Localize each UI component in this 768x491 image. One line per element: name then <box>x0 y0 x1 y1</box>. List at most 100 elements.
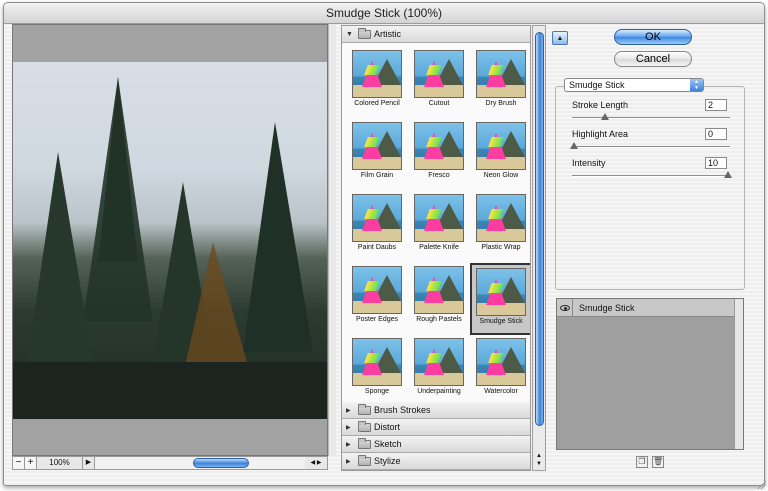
filter-thumbnail-grid: Colored Pencil Cutout Dry Brush Film Grain F… <box>342 43 530 413</box>
trash-icon[interactable]: 🗑 <box>652 456 664 468</box>
horizontal-scroll-thumb[interactable] <box>193 458 249 468</box>
filter-preview-image <box>352 50 402 98</box>
param-label: Highlight Area <box>572 129 629 139</box>
filter-label: Rough Pastels <box>416 316 462 323</box>
disclosure-closed-icon: ▶ <box>346 441 351 448</box>
folder-icon <box>358 420 371 432</box>
filter-thumbnail[interactable]: Plastic Wrap <box>470 191 530 263</box>
filter-preview-image <box>414 338 464 386</box>
vertical-scroll-thumb[interactable] <box>535 32 544 426</box>
filter-label: Neon Glow <box>483 172 519 179</box>
select-arrows-icon: ▲ ▼ <box>690 79 703 91</box>
layer-row[interactable]: Smudge Stick <box>557 298 743 317</box>
category-row[interactable]: ▶ Stylize <box>342 453 530 470</box>
filter-label: Underpainting <box>417 388 461 395</box>
folder-icon <box>358 454 371 466</box>
resize-grip-icon[interactable] <box>756 479 766 489</box>
filter-preview-image <box>352 266 402 314</box>
category-row[interactable]: ▶ Sketch <box>342 436 530 453</box>
visibility-toggle[interactable] <box>557 298 573 317</box>
param-slider[interactable] <box>570 142 730 149</box>
filter-preview-image <box>352 338 402 386</box>
filter-label: Paint Daubs <box>357 244 397 251</box>
param-slider[interactable] <box>572 171 732 178</box>
ok-button[interactable]: OK <box>614 29 692 45</box>
cancel-button[interactable]: Cancel <box>614 51 692 67</box>
folder-icon <box>358 437 371 449</box>
filter-thumbnail[interactable]: Palette Knife <box>408 191 470 263</box>
scroll-arrows-icon[interactable]: ◀ ▶ <box>305 457 327 469</box>
filter-label: Palette Knife <box>419 244 459 251</box>
preview-vertical-scrollbar[interactable] <box>328 24 336 456</box>
category-label: Stylize <box>374 456 401 466</box>
slider-knob[interactable] <box>600 113 609 120</box>
param-value-input[interactable]: 0 <box>705 128 727 140</box>
filter-preview-image <box>476 338 526 386</box>
zoom-menu-arrow-icon[interactable]: ▶ <box>83 457 95 469</box>
filter-thumbnail[interactable]: Cutout <box>408 47 470 119</box>
new-layer-icon[interactable]: ❐ <box>636 456 648 468</box>
filter-preview-image <box>352 122 402 170</box>
filter-preview-image <box>352 194 402 242</box>
category-row[interactable]: ▶ Distort <box>342 419 530 436</box>
filter-label: Colored Pencil <box>354 100 400 107</box>
category-label: Brush Strokes <box>374 405 431 415</box>
image-preview[interactable] <box>12 24 328 456</box>
folder-icon <box>358 27 371 39</box>
category-row[interactable]: ▶ Brush Strokes <box>342 402 530 419</box>
param-label: Stroke Length <box>572 100 629 110</box>
slider-knob[interactable] <box>570 142 578 149</box>
disclosure-closed-icon: ▶ <box>346 424 351 431</box>
filter-preview-image <box>476 268 526 316</box>
folder-icon <box>358 403 371 415</box>
param-label: Intensity <box>572 158 606 168</box>
filter-label: Dry Brush <box>485 100 517 107</box>
preview-image <box>13 62 327 419</box>
filter-thumbnail[interactable]: Colored Pencil <box>346 47 408 119</box>
disclosure-closed-icon: ▶ <box>346 407 351 414</box>
param-value-input[interactable]: 10 <box>705 157 727 169</box>
filter-thumbnail[interactable]: Neon Glow <box>470 119 530 191</box>
filter-preview-image <box>414 266 464 314</box>
filter-thumbnail[interactable]: Watercolor <box>470 335 530 407</box>
filter-thumbnail[interactable]: Rough Pastels <box>408 263 470 335</box>
category-artistic[interactable]: ▼ Artistic <box>342 26 530 43</box>
zoom-level: 100% <box>37 457 83 469</box>
filter-thumbnail[interactable]: Film Grain <box>346 119 408 191</box>
filter-thumbnail[interactable]: Sponge <box>346 335 408 407</box>
layer-name: Smudge Stick <box>579 302 635 313</box>
filter-preview-image <box>414 122 464 170</box>
filter-preview-image <box>476 122 526 170</box>
collapse-gallery-button[interactable]: ▲ <box>552 31 568 45</box>
filter-select[interactable]: Smudge Stick ▲ ▼ <box>564 78 704 92</box>
param-value-input[interactable]: 2 <box>705 99 727 111</box>
filter-thumbnail[interactable]: Fresco <box>408 119 470 191</box>
gallery-vertical-scrollbar[interactable]: ▲ ▼ <box>532 25 546 471</box>
preview-horizontal-scrollbar[interactable] <box>95 457 305 469</box>
filter-label: Fresco <box>428 172 450 179</box>
filter-label: Sponge <box>364 388 390 395</box>
slider-knob[interactable] <box>724 171 732 178</box>
zoom-bar: − + 100% ▶ ◀ ▶ <box>12 456 328 470</box>
zoom-out-button[interactable]: − <box>13 457 25 469</box>
filter-thumbnail[interactable]: Poster Edges <box>346 263 408 335</box>
filter-thumbnail[interactable]: Dry Brush <box>470 47 530 119</box>
filter-label: Plastic Wrap <box>481 244 521 251</box>
disclosure-closed-icon: ▶ <box>346 458 351 465</box>
filter-thumbnail[interactable]: Underpainting <box>408 335 470 407</box>
layers-scrollbar[interactable] <box>734 299 743 449</box>
filter-thumbnail[interactable]: Paint Daubs <box>346 191 408 263</box>
scroll-arrows-icon[interactable]: ▲ ▼ <box>533 452 545 468</box>
zoom-in-button[interactable]: + <box>25 457 37 469</box>
forest-image <box>13 77 327 419</box>
category-label: Artistic <box>374 29 401 39</box>
category-label: Sketch <box>374 439 402 449</box>
filter-preview-image <box>476 194 526 242</box>
param-slider[interactable] <box>572 113 730 120</box>
filter-thumbnail[interactable]: Smudge Stick <box>470 263 530 335</box>
filter-preview-image <box>476 50 526 98</box>
filter-label: Watercolor <box>484 388 518 395</box>
filter-label: Poster Edges <box>355 316 399 323</box>
filter-label: Smudge Stick <box>479 318 523 325</box>
closed-categories: ▶ Brush Strokes ▶ Distort ▶ Sketch ▶ Stylize <box>342 402 530 470</box>
